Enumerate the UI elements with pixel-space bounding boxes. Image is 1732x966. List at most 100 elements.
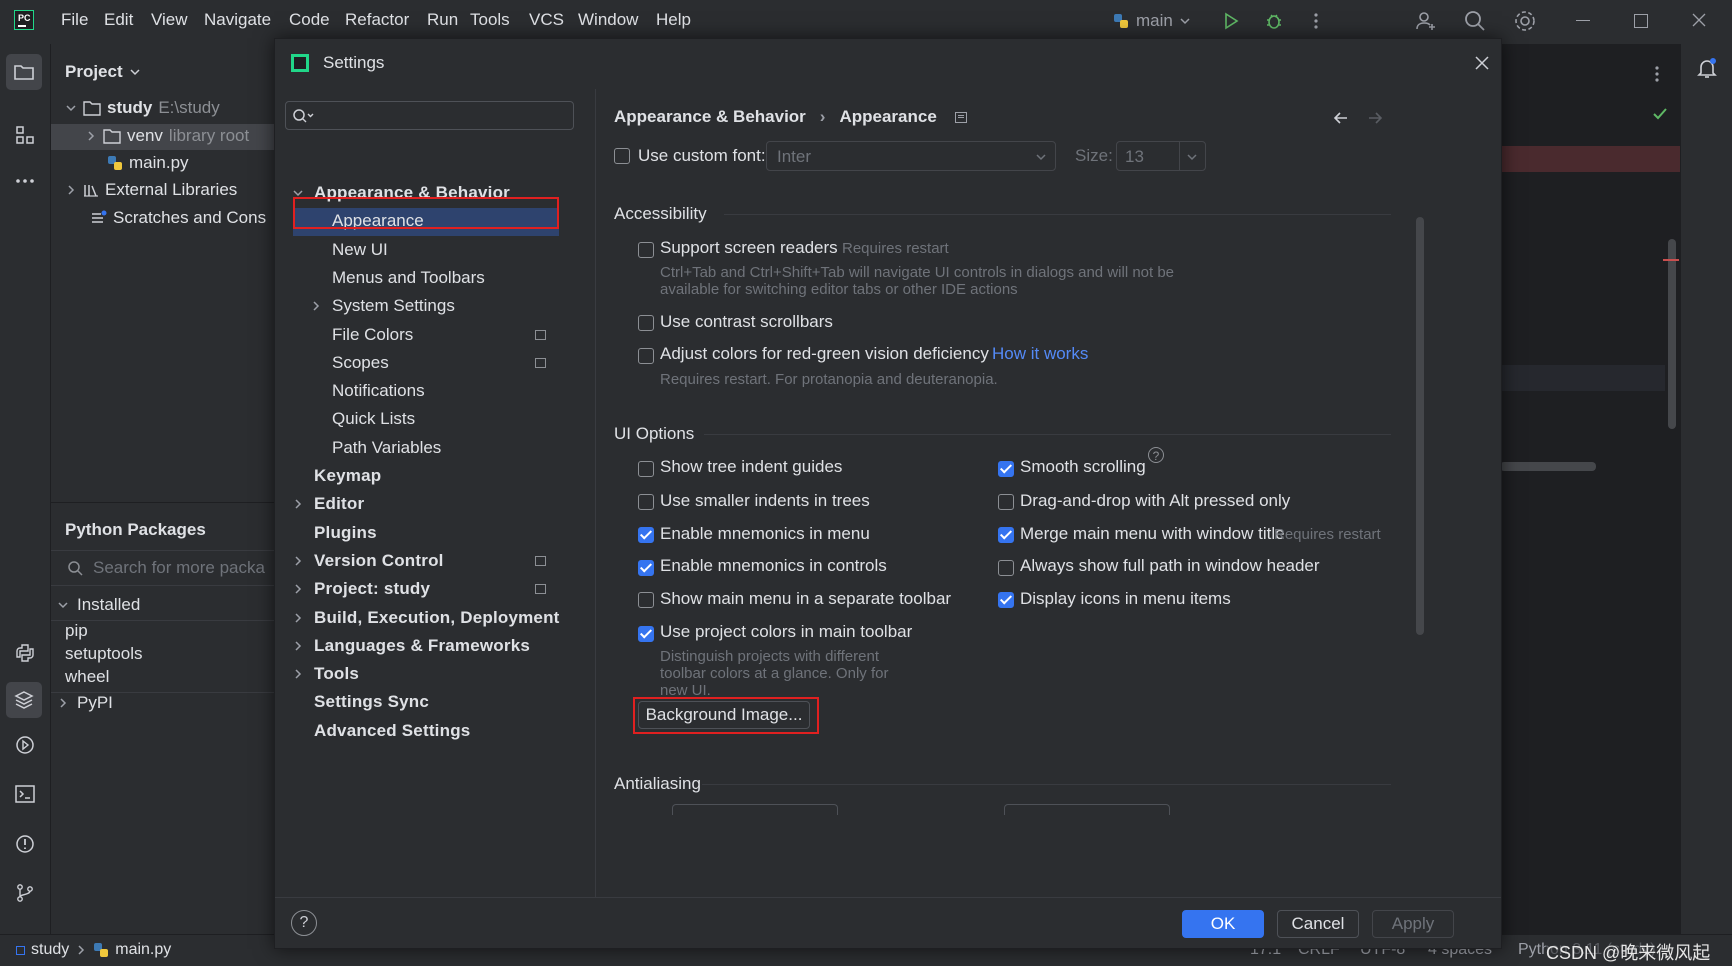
package-item[interactable]: pip xyxy=(65,621,88,641)
font-size-select[interactable]: 13 xyxy=(1116,141,1206,171)
menu-view[interactable]: View xyxy=(151,10,188,30)
separate-toolbar-checkbox[interactable] xyxy=(638,592,654,608)
color-deficiency-checkbox[interactable] xyxy=(638,348,654,364)
editor-scrollbar[interactable] xyxy=(1668,239,1676,429)
more-vertical-icon[interactable] xyxy=(1647,64,1667,84)
problems-button[interactable] xyxy=(10,829,40,859)
nav-item-notifications[interactable]: Notifications xyxy=(332,381,425,401)
nav-item-quick-lists[interactable]: Quick Lists xyxy=(332,409,415,429)
add-user-icon[interactable] xyxy=(1414,9,1438,33)
installed-group[interactable]: Installed xyxy=(57,595,140,615)
smooth-scrolling-checkbox[interactable] xyxy=(998,461,1014,477)
tree-external-libraries[interactable]: External Libraries xyxy=(65,180,237,200)
status-crumb-project[interactable]: study xyxy=(31,941,69,959)
menu-help[interactable]: Help xyxy=(656,10,691,30)
tree-scratches[interactable]: Scratches and Cons xyxy=(91,208,266,228)
help-icon[interactable]: ? xyxy=(291,910,317,936)
pypi-group[interactable]: PyPI xyxy=(57,693,113,713)
project-panel-header[interactable]: Project xyxy=(65,62,141,82)
settings-search-input[interactable] xyxy=(318,105,572,127)
close-icon[interactable] xyxy=(1475,56,1489,70)
more-tools-button[interactable] xyxy=(10,166,40,196)
run-icon[interactable] xyxy=(1221,11,1241,31)
services-button[interactable] xyxy=(10,730,40,760)
gear-icon[interactable] xyxy=(1513,9,1537,33)
cancel-button[interactable]: Cancel xyxy=(1277,910,1359,938)
chevron-right-icon[interactable] xyxy=(292,498,304,510)
nav-item-languages-frameworks[interactable]: Languages & Frameworks xyxy=(314,636,530,656)
chevron-right-icon[interactable] xyxy=(292,668,304,680)
nav-item-plugins[interactable]: Plugins xyxy=(314,523,377,543)
terminal-button[interactable] xyxy=(10,779,40,809)
merge-main-menu-checkbox[interactable] xyxy=(998,527,1014,543)
package-item[interactable]: setuptools xyxy=(65,644,143,664)
horizontal-scrollbar[interactable] xyxy=(1500,462,1596,471)
maximize-button[interactable] xyxy=(1634,14,1648,28)
notifications-icon[interactable] xyxy=(1695,56,1719,80)
pycharm-logo-icon[interactable]: PC xyxy=(14,10,34,30)
menu-navigate[interactable]: Navigate xyxy=(204,10,271,30)
menu-window[interactable]: Window xyxy=(578,10,638,30)
debug-icon[interactable] xyxy=(1264,11,1284,31)
back-arrow-icon[interactable] xyxy=(1332,109,1350,127)
font-family-select[interactable]: Inter xyxy=(766,141,1056,171)
nav-item-keymap[interactable]: Keymap xyxy=(314,466,381,486)
antialiasing-ide-select[interactable] xyxy=(672,804,838,815)
nav-item-file-colors[interactable]: File Colors xyxy=(332,325,413,345)
git-button[interactable] xyxy=(10,878,40,908)
help-icon[interactable]: ? xyxy=(1148,447,1164,463)
chevron-right-icon[interactable] xyxy=(292,583,304,595)
nav-item-advanced-settings[interactable]: Advanced Settings xyxy=(314,721,470,741)
ok-button[interactable]: OK xyxy=(1182,910,1264,938)
status-breadcrumb[interactable]: study main.py xyxy=(16,941,171,959)
menu-vcs[interactable]: VCS xyxy=(529,10,564,30)
nav-item-settings-sync[interactable]: Settings Sync xyxy=(314,692,429,712)
nav-item-scopes[interactable]: Scopes xyxy=(332,353,389,373)
breadcrumb-parent[interactable]: Appearance & Behavior xyxy=(614,107,806,127)
settings-search[interactable] xyxy=(285,101,574,130)
screen-readers-checkbox[interactable] xyxy=(638,242,654,258)
chevron-right-icon[interactable] xyxy=(292,612,304,624)
nav-item-system-settings[interactable]: System Settings xyxy=(332,296,455,316)
smaller-indents-checkbox[interactable] xyxy=(638,494,654,510)
project-tool-button[interactable] xyxy=(6,54,42,90)
custom-font-checkbox[interactable] xyxy=(614,148,630,164)
nav-item-new-ui[interactable]: New UI xyxy=(332,240,388,260)
menu-code[interactable]: Code xyxy=(289,10,330,30)
contrast-scrollbars-checkbox[interactable] xyxy=(638,315,654,331)
nav-item-version-control[interactable]: Version Control xyxy=(314,551,444,571)
antialiasing-editor-select[interactable] xyxy=(1004,804,1170,815)
structure-tool-button[interactable] xyxy=(10,120,40,150)
menu-file[interactable]: File xyxy=(61,10,88,30)
nav-item-menus-and-toolbars[interactable]: Menus and Toolbars xyxy=(332,268,485,288)
packages-search[interactable]: Search for more packa xyxy=(51,550,274,586)
drag-drop-alt-checkbox[interactable] xyxy=(998,494,1014,510)
settings-scrollbar[interactable] xyxy=(1416,217,1424,635)
menu-refactor[interactable]: Refactor xyxy=(345,10,409,30)
status-crumb-file[interactable]: main.py xyxy=(115,941,171,959)
chevron-right-icon[interactable] xyxy=(292,640,304,652)
menu-run[interactable]: Run xyxy=(427,10,458,30)
tree-main-py[interactable]: main.py xyxy=(107,153,189,173)
nav-item-editor[interactable]: Editor xyxy=(314,494,364,514)
tree-root-study[interactable]: study E:\study xyxy=(65,98,220,118)
menu-edit[interactable]: Edit xyxy=(104,10,133,30)
project-colors-checkbox[interactable] xyxy=(638,626,654,642)
search-icon[interactable] xyxy=(1463,9,1487,33)
tree-indent-guides-checkbox[interactable] xyxy=(638,461,654,477)
nav-item-path-variables[interactable]: Path Variables xyxy=(332,438,441,458)
minimize-button[interactable] xyxy=(1576,20,1590,21)
apply-button[interactable]: Apply xyxy=(1372,910,1454,938)
tree-venv[interactable]: venv library root xyxy=(85,126,249,146)
branch-widget[interactable]: main xyxy=(1112,10,1191,32)
menu-icons-checkbox[interactable] xyxy=(998,592,1014,608)
more-vertical-icon[interactable] xyxy=(1306,11,1326,31)
how-it-works-link[interactable]: How it works xyxy=(992,344,1088,364)
python-console-button[interactable] xyxy=(10,638,40,668)
nav-item-project-study[interactable]: Project: study xyxy=(314,579,430,599)
full-path-header-checkbox[interactable] xyxy=(998,560,1014,576)
close-window-icon[interactable] xyxy=(1692,13,1706,27)
chevron-right-icon[interactable] xyxy=(310,300,322,312)
package-item[interactable]: wheel xyxy=(65,667,109,687)
chevron-right-icon[interactable] xyxy=(292,555,304,567)
